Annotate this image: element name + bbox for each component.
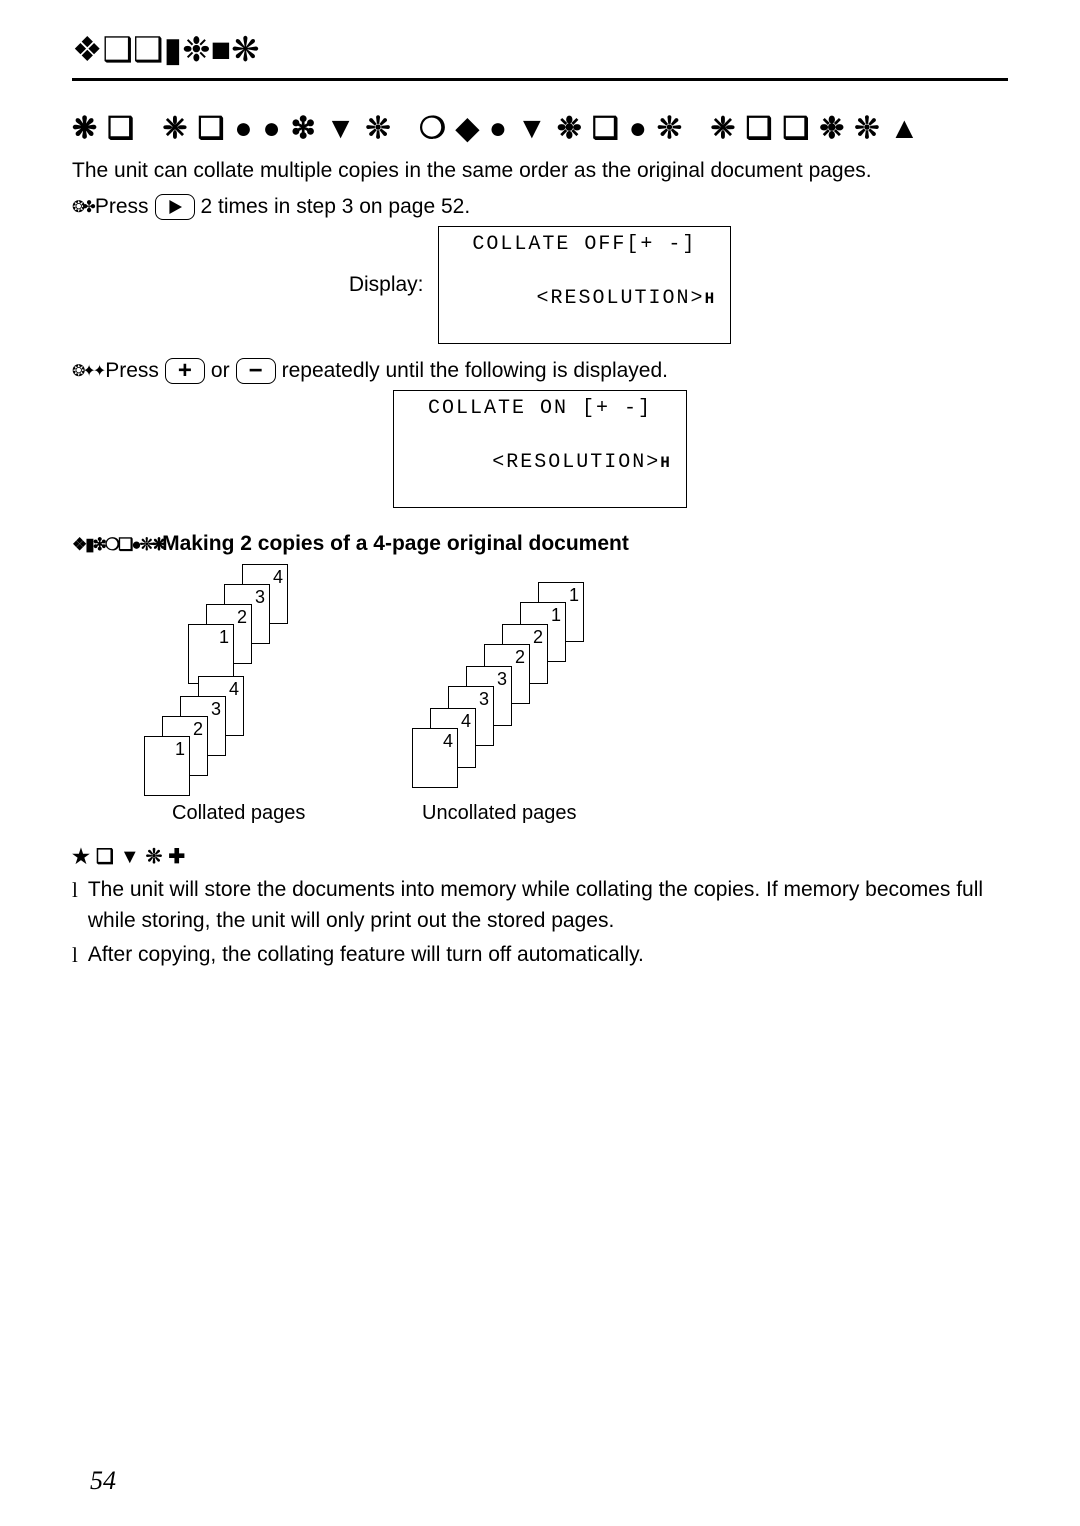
bullet-icon: l: [72, 875, 78, 936]
collated-page: 1: [144, 736, 190, 796]
section-title: ❋❑ ❈❑●●❇▼❊ ❍◆●▼❉❑●❊ ❈❑❑❉❊▲: [72, 111, 1008, 146]
lcd-1: COLLATE OFF[+ -] <RESOLUTION>H: [438, 226, 732, 344]
page-number: 54: [90, 1466, 116, 1496]
display-block-2: COLLATE ON [+ -] <RESOLUTION>H: [72, 390, 1008, 508]
running-header: ❖❑❑▮❉■❋: [72, 30, 1008, 76]
header-glyphs: ❖❑❑▮❉■❋: [72, 30, 260, 70]
step-2: ❂✦✦ Press + or − repeatedly until the fo…: [72, 358, 1008, 384]
step2-press: Press: [105, 359, 159, 383]
step1-times: 2 times in step 3 on page 52.: [201, 195, 471, 219]
note-item: l The unit will store the documents into…: [72, 875, 1008, 936]
collated-caption: Collated pages: [172, 802, 305, 825]
note-text: The unit will store the documents into m…: [88, 875, 1008, 936]
notes-list: l The unit will store the documents into…: [72, 875, 1008, 970]
display-block-1: Display: COLLATE OFF[+ -] <RESOLUTION>H: [72, 226, 1008, 344]
bullet-icon: l: [72, 940, 78, 970]
step1-bullet: ❂✤: [72, 197, 93, 217]
collation-diagram: 4 3 2 1 4 3 2 1 Collated pages 1 1 2 2 3…: [112, 564, 672, 834]
intro-text: The unit can collate multiple copies in …: [72, 156, 1008, 186]
plus-button-icon: +: [165, 358, 205, 384]
minus-button-icon: −: [236, 358, 276, 384]
uncollated-page: 4: [412, 728, 458, 788]
example-text: Making 2 copies of a 4-page original doc…: [162, 532, 629, 555]
lcd2-line1: COLLATE ON [+ -]: [408, 395, 672, 422]
section-title-glyphs: ❋❑ ❈❑●●❇▼❊ ❍◆●▼❉❑●❊ ❈❑❑❉❊▲: [72, 111, 929, 146]
play-button-icon: [155, 194, 195, 220]
example-subhead: ❖▮❇❍❑●❊❋Making 2 copies of a 4-page orig…: [72, 532, 1008, 556]
step1-press: Press: [95, 195, 149, 219]
collated-page: 1: [188, 624, 234, 684]
lcd2-line2: <RESOLUTION>H: [408, 422, 672, 503]
header-underline: [72, 78, 1008, 81]
notes-heading: ★❑▼❊✚: [72, 844, 1008, 869]
display-label: Display:: [349, 273, 424, 297]
uncollated-caption: Uncollated pages: [422, 802, 577, 825]
step-1: ❂✤ Press 2 times in step 3 on page 52.: [72, 194, 1008, 220]
note-item: l After copying, the collating feature w…: [72, 940, 1008, 970]
note-text: After copying, the collating feature wil…: [88, 940, 644, 970]
lcd1-line1: COLLATE OFF[+ -]: [453, 231, 717, 258]
step2-after: repeatedly until the following is displa…: [282, 359, 668, 383]
lcd-2: COLLATE ON [+ -] <RESOLUTION>H: [393, 390, 687, 508]
step2-bullet: ❂✦✦: [72, 361, 103, 381]
lcd1-line2: <RESOLUTION>H: [453, 258, 717, 339]
step2-or: or: [211, 359, 230, 383]
example-glyphs: ❖▮❇❍❑●❊❋: [72, 535, 164, 554]
